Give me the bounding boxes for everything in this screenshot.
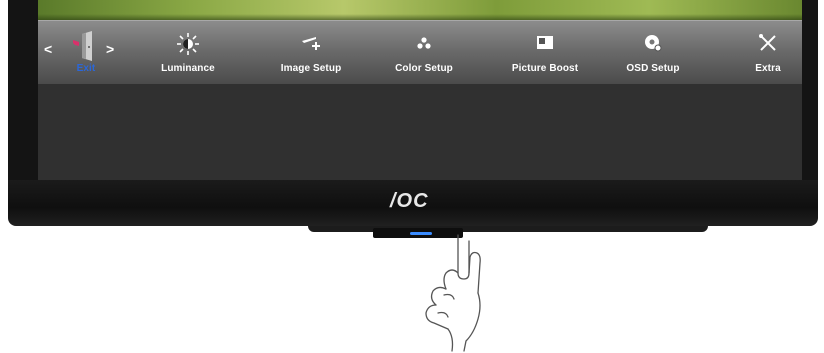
osd-item-extra[interactable]: Extra (742, 21, 794, 85)
monitor-stand-base (308, 226, 708, 232)
osd-item-label: OSD Setup (626, 63, 680, 74)
osd-item-osd-setup[interactable]: OSD Setup (613, 21, 693, 85)
nav-right-arrow-icon[interactable]: > (106, 41, 114, 57)
monitor: < Exit > Luminance Image Setup Color Set… (8, 0, 818, 238)
pressing-hand-icon (425, 234, 481, 352)
brand-logo: /ΟC (390, 190, 429, 212)
osd-item-image-setup[interactable]: Image Setup (266, 21, 356, 85)
osd-item-label: Image Setup (280, 63, 342, 74)
osd-setup-icon (613, 31, 693, 61)
picture-boost-icon (500, 31, 590, 61)
osd-item-color-setup[interactable]: Color Setup (384, 21, 464, 85)
osd-item-label: Exit (76, 63, 96, 74)
color-setup-icon (384, 31, 464, 61)
osd-item-label: Extra (755, 63, 781, 74)
desktop-wallpaper (38, 0, 802, 20)
brightness-icon (153, 31, 223, 61)
osd-item-label: Picture Boost (511, 63, 579, 74)
extra-tools-icon (742, 31, 794, 61)
osd-item-label: Color Setup (395, 63, 453, 74)
image-setup-icon (266, 31, 356, 61)
osd-submenu-area (38, 84, 802, 180)
osd-item-picture-boost[interactable]: Picture Boost (500, 21, 590, 85)
osd-item-label: Luminance (161, 63, 215, 74)
nav-left-arrow-icon[interactable]: < (44, 41, 52, 57)
screen: < Exit > Luminance Image Setup Color Set… (38, 0, 802, 180)
osd-menu-bar: < Exit > Luminance Image Setup Color Set… (38, 20, 802, 85)
osd-item-luminance[interactable]: Luminance (153, 21, 223, 85)
